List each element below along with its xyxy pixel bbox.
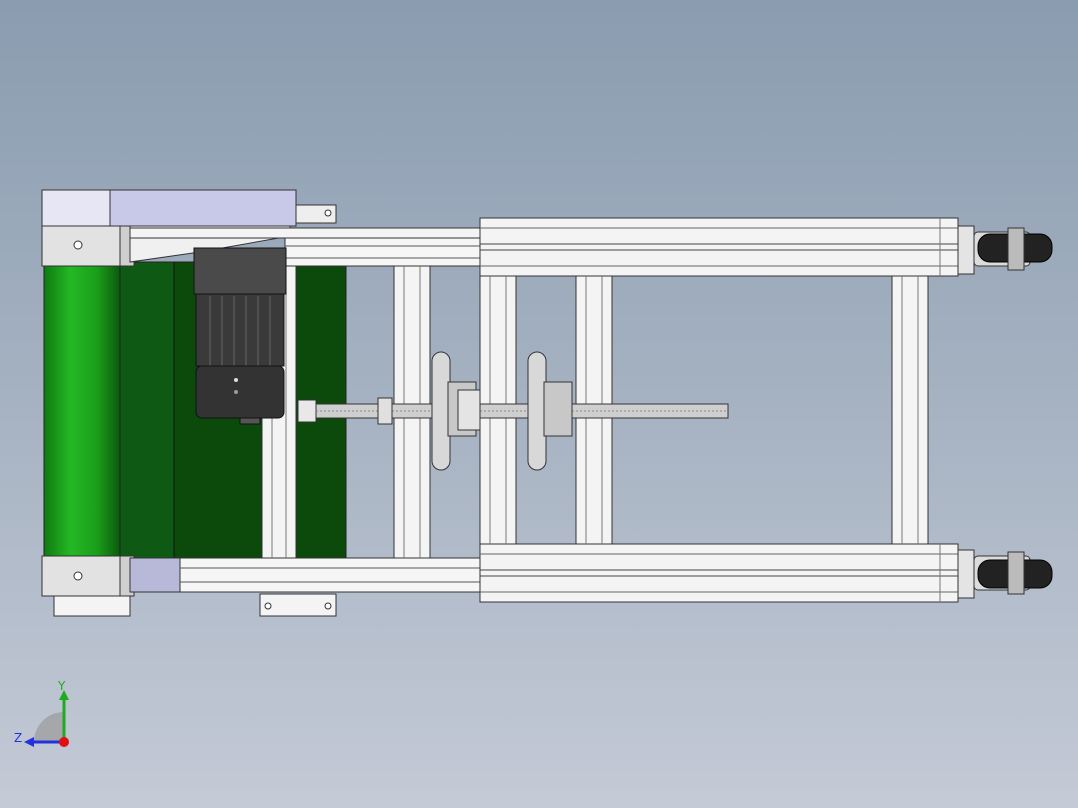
caster-wheel-top[interactable] — [957, 225, 1053, 275]
gear-motor[interactable] — [193, 247, 287, 425]
y-axis-label: Y — [58, 679, 66, 693]
roller-end-cap-bottom[interactable] — [41, 555, 135, 617]
graphics-viewport[interactable]: Y Z — [0, 0, 1078, 808]
top-mounting-bracket[interactable] — [295, 204, 337, 224]
bottom-mounting-bracket[interactable] — [259, 593, 337, 617]
roller-end-cap-top[interactable] — [41, 225, 135, 267]
frame-post-right-3[interactable] — [891, 275, 929, 545]
upper-side-rail[interactable] — [129, 225, 481, 267]
conveyor-model[interactable] — [0, 0, 1078, 808]
upper-frame-beam[interactable] — [479, 217, 959, 277]
z-axis-label: Z — [14, 731, 23, 745]
top-cover-guard[interactable] — [41, 189, 297, 227]
lower-frame-beam[interactable] — [479, 543, 959, 603]
handwheel-right[interactable] — [527, 351, 573, 471]
caster-wheel-bottom[interactable] — [957, 549, 1053, 599]
drive-roller[interactable] — [43, 264, 121, 558]
view-orientation-triad: Y Z — [10, 680, 80, 750]
handwheel-left[interactable] — [431, 351, 481, 471]
lower-side-rail[interactable] — [129, 557, 481, 593]
